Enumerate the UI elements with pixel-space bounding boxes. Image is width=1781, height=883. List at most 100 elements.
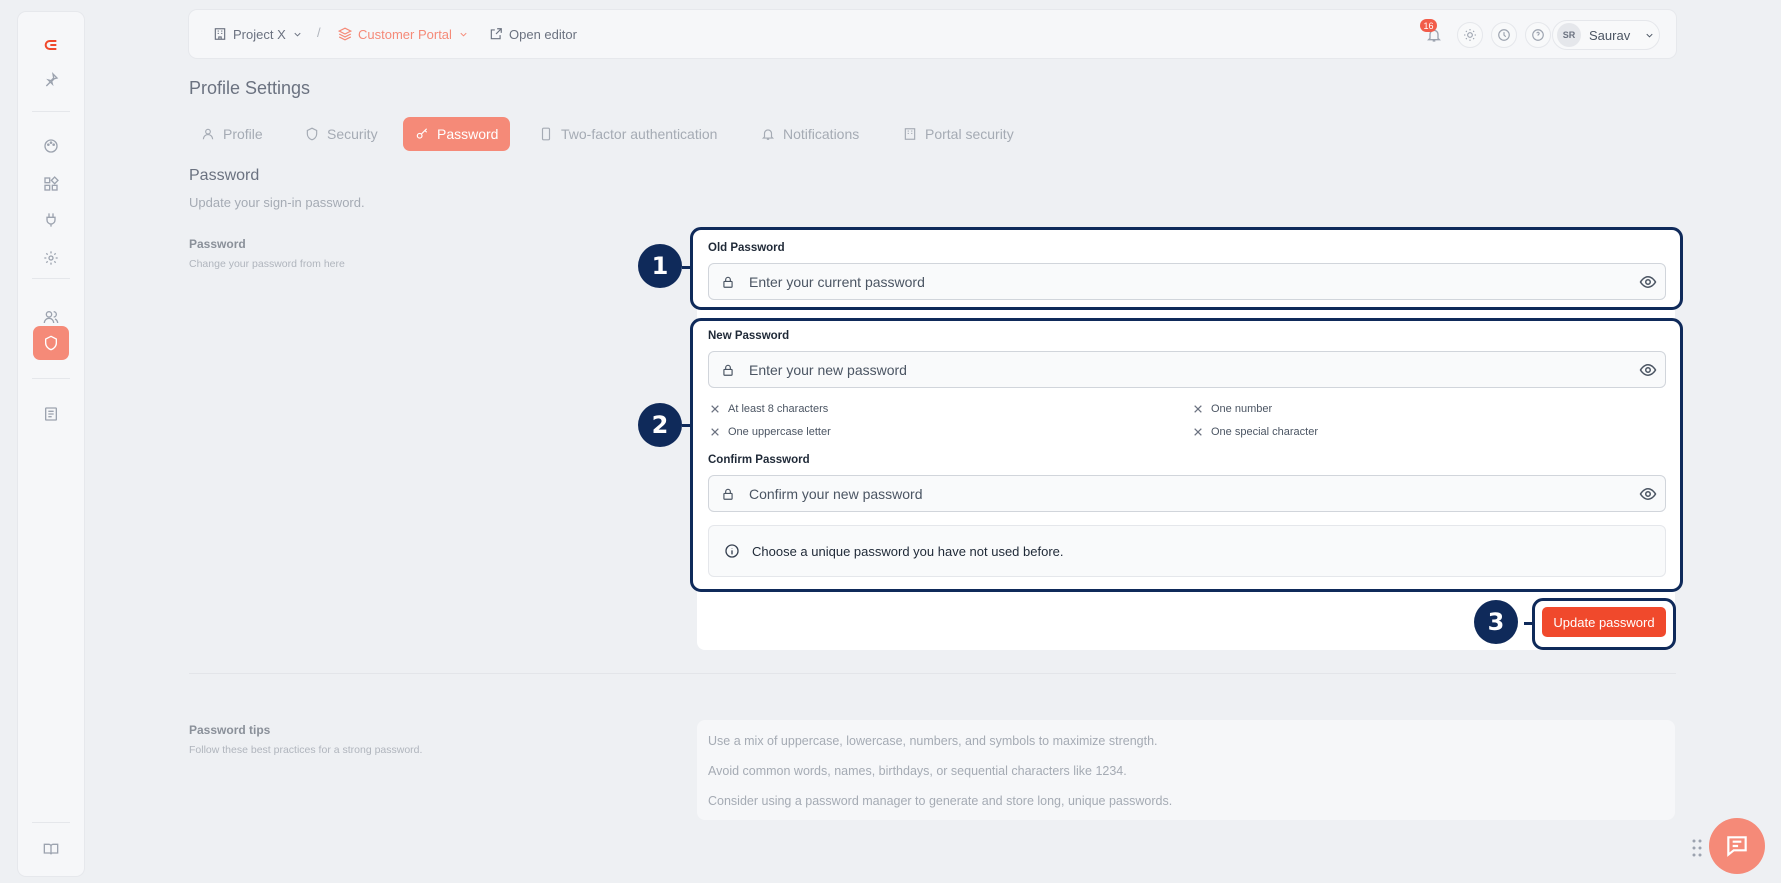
- lock-icon: [723, 364, 733, 376]
- sun-icon: [1464, 29, 1476, 41]
- chat-icon: [1727, 836, 1747, 857]
- user-name: Saurav: [1589, 27, 1631, 43]
- tab-security[interactable]: Security: [293, 117, 390, 151]
- old-password-field[interactable]: [708, 263, 1666, 300]
- requirement-item: One uppercase letter: [710, 426, 831, 438]
- old-password-label: Old Password: [708, 242, 785, 254]
- drag-handle-icon[interactable]: [1691, 838, 1703, 858]
- x-icon: [711, 428, 719, 436]
- password-group-label: Password: [189, 237, 246, 251]
- chevron-down-icon: [460, 32, 467, 37]
- key-icon: [416, 128, 428, 139]
- page-title: Profile Settings: [189, 78, 311, 98]
- user-icon: [202, 128, 214, 140]
- sidebar-divider: [32, 111, 70, 112]
- history-button[interactable]: [1491, 22, 1517, 48]
- sidebar: [18, 12, 84, 876]
- open-editor-link[interactable]: Open editor: [489, 10, 577, 58]
- eye-icon[interactable]: [1639, 273, 1657, 291]
- sidebar-item-security[interactable]: [33, 326, 69, 360]
- help-icon: [1532, 29, 1544, 41]
- requirement-label: One number: [1211, 403, 1273, 415]
- annotation-connector: [682, 424, 692, 427]
- tab-label: Security: [327, 126, 378, 142]
- password-group-desc: Change your password from here: [189, 258, 345, 270]
- password-info-note: Choose a unique password you have not us…: [708, 525, 1666, 577]
- lock-icon: [723, 488, 733, 500]
- requirement-item: One special character: [1193, 426, 1318, 438]
- gear-icon[interactable]: [40, 247, 62, 269]
- shield-icon: [45, 335, 57, 351]
- lock-icon: [723, 276, 733, 288]
- annotation-connector: [682, 266, 692, 269]
- tab-label: Password: [437, 126, 499, 142]
- open-editor-label: Open editor: [509, 26, 577, 42]
- tip-item: Use a mix of uppercase, lowercase, numbe…: [708, 734, 1158, 748]
- tab-notifications[interactable]: Notifications: [749, 117, 871, 151]
- confirm-password-label: Confirm Password: [708, 454, 810, 466]
- logo-icon[interactable]: [40, 34, 62, 56]
- tab-portal-security[interactable]: Portal security: [891, 117, 1026, 151]
- breadcrumb-separator: /: [317, 25, 321, 40]
- phone-icon: [541, 127, 551, 141]
- portal-name: Customer Portal: [358, 26, 452, 42]
- eye-icon[interactable]: [1639, 361, 1657, 379]
- tab-label: Portal security: [925, 126, 1014, 142]
- history-icon: [1498, 29, 1510, 41]
- top-bar: Project X / Customer Portal Open editor …: [189, 10, 1676, 58]
- plug-icon[interactable]: [40, 209, 62, 231]
- layers-icon: [338, 27, 352, 41]
- info-icon: [725, 544, 739, 558]
- building-icon: [214, 28, 226, 40]
- theme-toggle-button[interactable]: [1457, 22, 1483, 48]
- section-divider: [189, 673, 1676, 674]
- confirm-password-input[interactable]: [749, 485, 1639, 502]
- info-text: Choose a unique password you have not us…: [752, 543, 1064, 559]
- requirement-label: One special character: [1211, 426, 1318, 438]
- update-password-button[interactable]: Update password: [1542, 607, 1666, 637]
- old-password-input[interactable]: [749, 273, 1639, 290]
- book-icon[interactable]: [40, 838, 62, 860]
- help-button[interactable]: [1525, 22, 1551, 48]
- requirement-label: At least 8 characters: [728, 403, 829, 415]
- bell-icon: [761, 129, 775, 140]
- requirement-label: One uppercase letter: [728, 426, 831, 438]
- new-password-label: New Password: [708, 330, 790, 342]
- new-password-field[interactable]: [708, 351, 1666, 388]
- annotation-badge-2: 2: [638, 403, 682, 447]
- tab-label: Profile: [223, 126, 263, 142]
- tab-two-factor[interactable]: Two-factor authentication: [527, 117, 729, 151]
- tab-profile[interactable]: Profile: [189, 117, 275, 151]
- sidebar-divider: [32, 278, 70, 279]
- requirement-item: At least 8 characters: [710, 403, 828, 415]
- users-icon[interactable]: [40, 306, 62, 328]
- building-icon: [904, 128, 916, 140]
- user-menu[interactable]: SR Saurav: [1552, 20, 1660, 50]
- project-name: Project X: [233, 26, 286, 42]
- tips-label: Password tips: [189, 723, 271, 737]
- pin-icon[interactable]: [40, 69, 62, 91]
- tip-item: Consider using a password manager to gen…: [708, 794, 1173, 808]
- section-title: Password: [189, 167, 260, 184]
- x-icon: [711, 405, 719, 413]
- project-selector[interactable]: Project X: [213, 10, 303, 58]
- chevron-down-icon: [294, 32, 301, 37]
- tip-item: Avoid common words, names, birthdays, or…: [708, 764, 1127, 778]
- shield-icon: [306, 127, 318, 141]
- chat-button[interactable]: [1709, 818, 1765, 874]
- requirement-item: One number: [1193, 403, 1272, 415]
- document-icon[interactable]: [40, 403, 62, 425]
- confirm-password-field[interactable]: [708, 475, 1666, 512]
- new-password-input[interactable]: [749, 361, 1639, 378]
- eye-icon[interactable]: [1639, 485, 1657, 503]
- annotation-connector: [1524, 622, 1534, 625]
- tab-password[interactable]: Password: [403, 117, 511, 151]
- x-icon: [1194, 405, 1202, 413]
- avatar: SR: [1557, 23, 1581, 47]
- notification-count-badge: 16: [1420, 19, 1437, 32]
- annotation-badge-1: 1: [638, 244, 682, 288]
- portal-selector[interactable]: Customer Portal: [338, 10, 469, 58]
- widgets-icon[interactable]: [40, 173, 62, 195]
- section-subtitle: Update your sign-in password.: [189, 195, 365, 210]
- palette-icon[interactable]: [40, 135, 62, 157]
